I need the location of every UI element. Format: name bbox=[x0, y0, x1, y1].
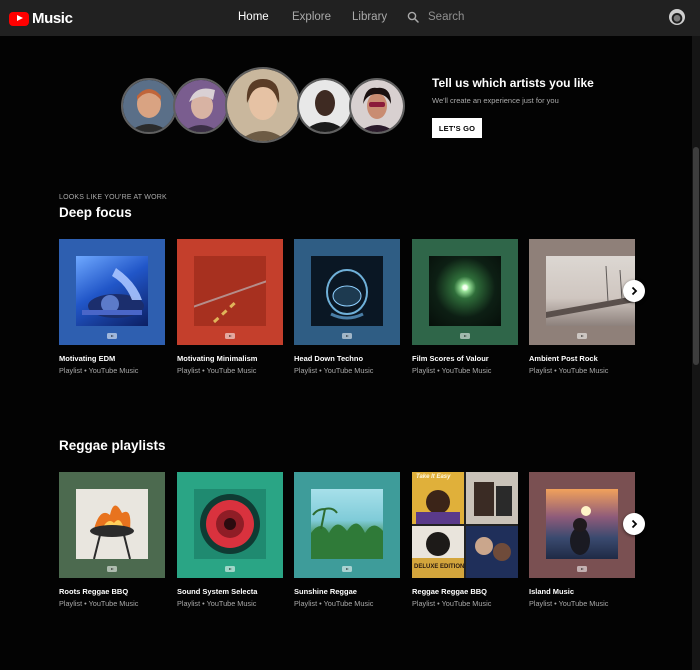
playlist-thumbnail[interactable] bbox=[177, 472, 283, 578]
shelf-next-button[interactable] bbox=[623, 280, 645, 302]
playlist-subtitle: Playlist • YouTube Music bbox=[59, 366, 139, 375]
logo-text: Music bbox=[32, 10, 73, 27]
playlist-subtitle: Playlist • YouTube Music bbox=[294, 366, 374, 375]
promo-title: Tell us which artists you like bbox=[432, 76, 594, 90]
playlist-title[interactable]: Film Scores of Valour bbox=[412, 354, 518, 363]
playlist-title[interactable]: Motivating Minimalism bbox=[177, 354, 283, 363]
youtube-badge-icon bbox=[342, 333, 352, 339]
playlist-card[interactable]: Sunshine Reggae Playlist • YouTube Music bbox=[294, 472, 400, 608]
playlist-card[interactable]: Film Scores of Valour Playlist • YouTube… bbox=[412, 239, 518, 375]
search-input[interactable]: Search bbox=[428, 11, 464, 23]
playlist-card[interactable]: Motivating EDM Playlist • YouTube Music bbox=[59, 239, 165, 375]
playlist-title[interactable]: Motivating EDM bbox=[59, 354, 165, 363]
playlist-subtitle: Playlist • YouTube Music bbox=[412, 599, 492, 608]
shelf-next-button[interactable] bbox=[623, 513, 645, 535]
playlist-card[interactable]: Motivating Minimalism Playlist • YouTube… bbox=[177, 239, 283, 375]
playlist-thumbnail[interactable] bbox=[294, 472, 400, 578]
artist-avatar[interactable] bbox=[173, 78, 229, 134]
youtube-badge-icon bbox=[225, 566, 235, 572]
youtube-badge-icon bbox=[577, 333, 587, 339]
promo-subtitle: We'll create an experience just for you bbox=[432, 96, 559, 105]
playlist-title[interactable]: Ambient Post Rock bbox=[529, 354, 635, 363]
youtube-badge-icon bbox=[460, 333, 470, 339]
playlist-thumbnail[interactable] bbox=[59, 472, 165, 578]
scrollbar-thumb[interactable] bbox=[693, 147, 699, 365]
logo[interactable]: Music bbox=[9, 10, 73, 27]
shelf-title-reggae[interactable]: Reggae playlists bbox=[59, 438, 166, 453]
youtube-badge-icon bbox=[577, 566, 587, 572]
chevron-right-icon bbox=[631, 519, 638, 529]
artist-avatar[interactable] bbox=[121, 78, 177, 134]
youtube-badge-icon bbox=[107, 566, 117, 572]
youtube-badge-icon bbox=[107, 333, 117, 339]
playlist-card[interactable]: Ambient Post Rock Playlist • YouTube Mus… bbox=[529, 239, 635, 375]
playlist-card[interactable]: Roots Reggae BBQ Playlist • YouTube Musi… bbox=[59, 472, 165, 608]
playlist-card[interactable]: Sound System Selecta Playlist • YouTube … bbox=[177, 472, 283, 608]
top-bar: Music Home Explore Library Search bbox=[0, 0, 700, 36]
artist-avatar[interactable] bbox=[349, 78, 405, 134]
playlist-thumbnail[interactable] bbox=[529, 472, 635, 578]
playlist-title[interactable]: Head Down Techno bbox=[294, 354, 400, 363]
playlist-subtitle: Playlist • YouTube Music bbox=[529, 599, 609, 608]
shelf-strapline: LOOKS LIKE YOU'RE AT WORK bbox=[59, 194, 167, 201]
playlist-subtitle: Playlist • YouTube Music bbox=[177, 599, 257, 608]
youtube-badge-icon bbox=[342, 566, 352, 572]
nav-explore[interactable]: Explore bbox=[292, 11, 331, 23]
playlist-thumbnail[interactable] bbox=[412, 239, 518, 345]
cover-art-panel-text: DELUXE EDITION bbox=[414, 564, 465, 570]
playlist-thumbnail[interactable]: Take It Easy DELUXE EDITION bbox=[412, 472, 518, 578]
chevron-right-icon bbox=[631, 286, 638, 296]
playlist-subtitle: Playlist • YouTube Music bbox=[177, 366, 257, 375]
playlist-thumbnail[interactable] bbox=[177, 239, 283, 345]
nav-library[interactable]: Library bbox=[352, 11, 387, 23]
playlist-card[interactable]: Take It Easy DELUXE EDITION Reggae Regga… bbox=[412, 472, 518, 608]
cover-art-panel-text: Take It Easy bbox=[416, 474, 451, 480]
playlist-subtitle: Playlist • YouTube Music bbox=[294, 599, 374, 608]
playlist-title[interactable]: Roots Reggae BBQ bbox=[59, 587, 165, 596]
account-icon[interactable] bbox=[669, 9, 685, 25]
shelf-title-deep-focus[interactable]: Deep focus bbox=[59, 205, 132, 220]
search-icon[interactable] bbox=[407, 11, 419, 23]
playlist-card[interactable]: Island Music Playlist • YouTube Music bbox=[529, 472, 635, 608]
playlist-title[interactable]: Reggae Reggae BBQ bbox=[412, 587, 518, 596]
playlist-thumbnail[interactable] bbox=[59, 239, 165, 345]
lets-go-button[interactable]: LET'S GO bbox=[432, 118, 482, 138]
playlist-title[interactable]: Sound System Selecta bbox=[177, 587, 283, 596]
nav-home[interactable]: Home bbox=[238, 11, 269, 23]
artist-avatar-featured[interactable] bbox=[225, 67, 301, 143]
playlist-subtitle: Playlist • YouTube Music bbox=[59, 599, 139, 608]
playlist-subtitle: Playlist • YouTube Music bbox=[529, 366, 609, 375]
playlist-title[interactable]: Island Music bbox=[529, 587, 635, 596]
playlist-title[interactable]: Sunshine Reggae bbox=[294, 587, 400, 596]
playlist-thumbnail[interactable] bbox=[294, 239, 400, 345]
playlist-card[interactable]: Head Down Techno Playlist • YouTube Musi… bbox=[294, 239, 400, 375]
youtube-play-icon bbox=[9, 11, 29, 26]
playlist-thumbnail[interactable] bbox=[529, 239, 635, 345]
artist-avatar[interactable] bbox=[297, 78, 353, 134]
youtube-badge-icon bbox=[225, 333, 235, 339]
playlist-subtitle: Playlist • YouTube Music bbox=[412, 366, 492, 375]
